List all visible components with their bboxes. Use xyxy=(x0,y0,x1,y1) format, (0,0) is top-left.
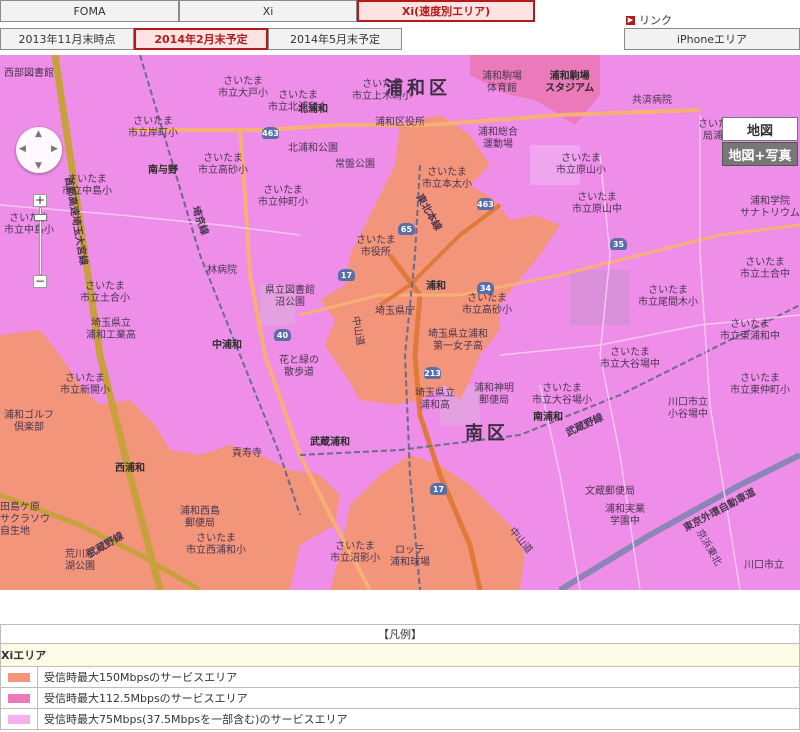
place-label: 浦和総合 運動場 xyxy=(478,127,518,150)
links-heading: ▶ リンク xyxy=(626,12,672,28)
tab-2014-02[interactable]: 2014年2月末予定 xyxy=(134,28,268,50)
place-label: さいたま 市立西浦和小 xyxy=(186,533,246,556)
zoom-out-button[interactable]: − xyxy=(33,275,47,288)
iphone-area-button[interactable]: iPhoneエリア xyxy=(624,28,800,50)
place-label: さいたま 市立上木崎小 xyxy=(352,79,412,102)
place-label: さいたま 市立岸町小 xyxy=(128,116,178,139)
ward-minami: 南区 xyxy=(465,423,509,444)
pan-left-icon[interactable]: ◀ xyxy=(19,144,26,154)
place-label: 埼玉県立 浦和高 xyxy=(415,388,455,411)
zoom-in-button[interactable]: + xyxy=(33,194,47,207)
legend: 【凡例】 Xiエリア 受信時最大150Mbpsのサービスエリア 受信時最大112… xyxy=(0,624,800,730)
place-label: さいたま 市立東仲町小 xyxy=(730,373,790,396)
legend-swatch-112 xyxy=(8,694,30,703)
place-label: さいたま 市立北浦和小 xyxy=(268,90,328,113)
pan-right-icon[interactable]: ▶ xyxy=(51,144,58,154)
place-label: さいたま 市立沼影小 xyxy=(330,541,380,564)
station-musashiurawa: 武蔵浦和 xyxy=(310,437,350,448)
place-label: さいたま 市立新開小 xyxy=(60,373,110,396)
place-label: 文蔵郵便局 xyxy=(585,486,635,497)
map-type-hybrid-button[interactable]: 地図+写真 xyxy=(722,142,798,166)
place-label: 埼玉県立浦和 第一女子高 xyxy=(428,329,488,352)
place-label: さいたま 市立高砂小 xyxy=(198,153,248,176)
route-shield: 40 xyxy=(274,329,291,341)
place-label: 貢寿寺 xyxy=(232,448,262,459)
place-label: 荒川彩 湖公園 xyxy=(65,549,95,572)
station-nakaurawa: 中浦和 xyxy=(212,340,242,351)
legend-label-75: 受信時最大75Mbps(37.5Mbpsを一部含む)のサービスエリア xyxy=(37,708,800,730)
place-label: さいたま 市立仲町小 xyxy=(258,185,308,208)
legend-label-112: 受信時最大112.5Mbpsのサービスエリア xyxy=(37,687,800,709)
place-label: 埼玉県庁 xyxy=(375,306,415,317)
tab-xi-speed[interactable]: Xi(速度別エリア) xyxy=(357,0,535,22)
place-label: 埼玉県立 浦和工業高 xyxy=(86,318,136,341)
place-label: さいたま 市役所 xyxy=(356,235,396,258)
links-label: リンク xyxy=(639,14,672,27)
place-label: 田島ケ原 サクラソウ 自生地 xyxy=(0,502,50,537)
place-label: さいたま 市立本太小 xyxy=(422,167,472,190)
tab-2014-05[interactable]: 2014年5月末予定 xyxy=(268,28,402,50)
pan-down-icon[interactable]: ▼ xyxy=(35,161,42,171)
place-label: 浦和区役所 xyxy=(375,117,425,128)
place-label: さいたま 市立中島小 xyxy=(62,174,112,197)
place-label: 川口市立 xyxy=(744,560,784,571)
place-label: 林病院 xyxy=(207,265,237,276)
coverage-map[interactable]: 浦和区 南区 北浦和 南与野 浦和 中浦和 南浦和 武蔵浦和 西浦和 浦和駒場 … xyxy=(0,55,800,590)
station-komaba-stadium: 浦和駒場 スタジアム xyxy=(545,71,595,94)
place-label: さいたま 市立大谷場中 xyxy=(600,347,660,370)
place-label: さいたま 市立土合小 xyxy=(80,281,130,304)
pan-control[interactable]: ▲ ▼ ◀ ▶ xyxy=(16,127,62,173)
place-label: 北浦和公園 xyxy=(288,143,338,154)
zoom-slider-thumb[interactable] xyxy=(34,214,47,221)
station-urawa: 浦和 xyxy=(426,281,446,292)
legend-section-xi: Xiエリア xyxy=(0,643,800,667)
station-minamiyono: 南与野 xyxy=(148,165,178,176)
route-shield: 213 xyxy=(424,367,441,379)
place-label: 川口市立 小谷場中 xyxy=(668,397,708,420)
place-label: 共済病院 xyxy=(632,95,672,106)
place-label: さいたま 市立東浦和中 xyxy=(720,319,780,342)
route-shield: 463 xyxy=(262,127,279,139)
place-label: 浦和ゴルフ 倶楽部 xyxy=(4,410,54,433)
link-arrow-icon: ▶ xyxy=(626,15,635,25)
map-type-map-button[interactable]: 地図 xyxy=(722,117,798,141)
place-label: 西部図書館 xyxy=(4,68,54,79)
place-label: 花と緑の 散歩道 xyxy=(279,355,319,378)
place-label: さいたま 市立尾間木小 xyxy=(638,285,698,308)
tab-foma[interactable]: FOMA xyxy=(0,0,179,22)
place-label: 浦和駒場 体育館 xyxy=(482,71,522,94)
place-label: 浦和神明 郵便局 xyxy=(474,383,514,406)
tab-xi[interactable]: Xi xyxy=(179,0,357,22)
place-label: さいたま 市立土合中 xyxy=(740,257,790,280)
place-label: 浦和西島 郵便局 xyxy=(180,506,220,529)
legend-label-150: 受信時最大150Mbpsのサービスエリア xyxy=(37,666,800,688)
legend-title: 【凡例】 xyxy=(0,624,800,644)
place-label: さいたま 市立原山中 xyxy=(572,192,622,215)
legend-swatch-75 xyxy=(8,715,30,724)
route-shield: 65 xyxy=(398,223,415,235)
place-label: 県立図書館 沼公園 xyxy=(265,285,315,308)
route-shield: 463 xyxy=(477,198,494,210)
place-label: 浦和実業 学園中 xyxy=(605,504,645,527)
route-shield: 17 xyxy=(430,483,447,495)
station-minamiurawa: 南浦和 xyxy=(533,412,563,423)
place-label: さいたま 市立高砂小 xyxy=(462,293,512,316)
place-label: ロッテ 浦和球場 xyxy=(390,545,430,568)
place-label: 浦和学院 サナトリウム xyxy=(740,196,800,219)
route-shield: 35 xyxy=(610,238,627,250)
legend-swatch-150 xyxy=(8,673,30,682)
place-label: さいたま 市立大戸小 xyxy=(218,76,268,99)
building-block xyxy=(570,270,630,325)
place-label: さいたま 市立大谷場小 xyxy=(532,383,592,406)
pan-up-icon[interactable]: ▲ xyxy=(35,129,42,139)
place-label: さいたま 市立原山小 xyxy=(556,153,606,176)
tab-2013-11[interactable]: 2013年11月末時点 xyxy=(0,28,134,50)
station-nishiurawa: 西浦和 xyxy=(115,463,145,474)
place-label: 常盤公園 xyxy=(335,159,375,170)
route-shield: 17 xyxy=(338,269,355,281)
